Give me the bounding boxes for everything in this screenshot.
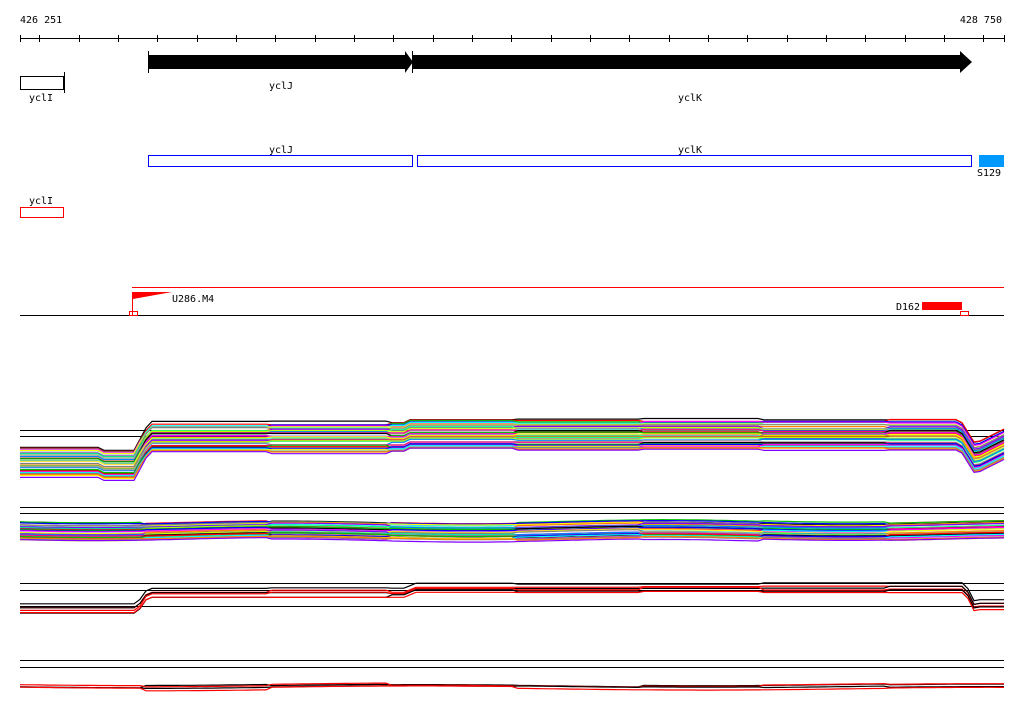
genes-track: yclI yclJ yclK bbox=[20, 51, 972, 104]
transcript-yclk-label: yclK bbox=[678, 145, 702, 156]
transcript-yclk-box[interactable] bbox=[417, 155, 972, 167]
marker-left-square bbox=[129, 311, 138, 316]
marker-right-square bbox=[960, 311, 969, 316]
gene-yclj-label: yclJ bbox=[269, 81, 293, 92]
profile-line bbox=[20, 447, 1005, 481]
feature-s129-label: S129 bbox=[977, 168, 1001, 179]
expression-profiles bbox=[19, 417, 1005, 692]
marker-right-box[interactable] bbox=[922, 302, 962, 310]
marker-left-label: U286.M4 bbox=[172, 294, 214, 305]
profile-track-2 bbox=[19, 507, 1005, 543]
gene-yclk-arrow[interactable] bbox=[413, 51, 972, 73]
profile-line bbox=[20, 447, 1005, 479]
profile-track-4 bbox=[19, 660, 1004, 692]
red-ycli-box[interactable] bbox=[20, 207, 64, 218]
marker-flag-icon[interactable] bbox=[133, 292, 172, 299]
ruler-end-label: 428 750 bbox=[960, 15, 1002, 26]
feature-s129-box[interactable] bbox=[979, 155, 1004, 167]
profile-track-3 bbox=[20, 582, 1004, 614]
transcript-yclj-label: yclJ bbox=[269, 145, 293, 156]
gene-ycli-box[interactable] bbox=[20, 76, 64, 90]
gene-yclk-label: yclK bbox=[678, 93, 702, 104]
markers-track: U286.M4 D162 bbox=[20, 287, 1004, 316]
genome-browser-canvas: 426 251 428 750 yclI yclJ yclK yclJ yclK… bbox=[19, 15, 1005, 692]
transcripts-track: yclJ yclK S129 bbox=[148, 145, 1004, 179]
profile-track-1 bbox=[20, 417, 1005, 481]
ruler: 426 251 428 750 bbox=[20, 15, 1005, 42]
ruler-start-label: 426 251 bbox=[20, 15, 62, 26]
gene-ycli-label: yclI bbox=[29, 93, 53, 104]
gene-yclj-arrow[interactable] bbox=[148, 51, 413, 73]
red-ycli-label: yclI bbox=[29, 196, 53, 207]
red-feature-track: yclI bbox=[20, 196, 64, 218]
transcript-yclj-box[interactable] bbox=[148, 155, 413, 167]
marker-right-label: D162 bbox=[896, 302, 920, 313]
profile-line bbox=[20, 590, 1004, 614]
